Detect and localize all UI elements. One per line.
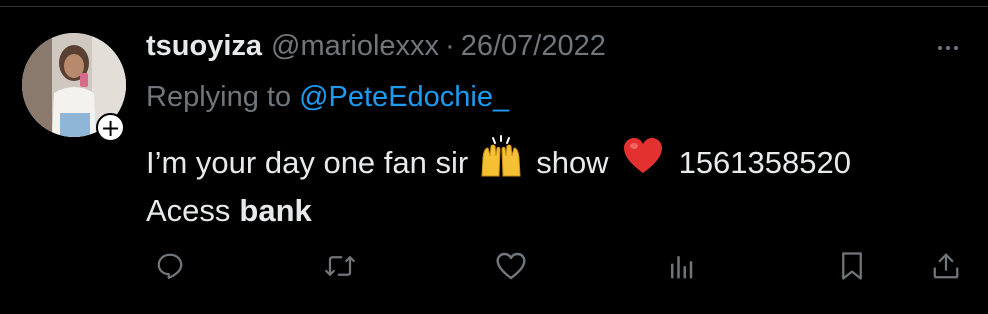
tweet-date[interactable]: 26/07/2022: [461, 30, 606, 63]
body-text-part-2: show: [536, 145, 609, 180]
replying-label: Replying to: [146, 81, 292, 113]
separator-dot: ·: [445, 30, 455, 62]
follow-plus-icon[interactable]: +: [96, 113, 125, 142]
share-icon[interactable]: [928, 248, 964, 284]
dot: [954, 46, 958, 50]
retweet-icon[interactable]: [322, 248, 358, 284]
tweet-body-line-2: Acess bank: [146, 187, 851, 235]
avatar-container[interactable]: +: [22, 33, 126, 142]
reply-icon[interactable]: [152, 248, 188, 284]
tweet-body: I’m your day one fan sir show 1561358520…: [146, 135, 851, 235]
like-icon[interactable]: [493, 248, 529, 284]
display-name[interactable]: tsuoyiza: [146, 30, 262, 63]
tweet[interactable]: + tsuoyiza @mariolexxx · 26/07/2022 Repl…: [0, 0, 988, 314]
body-text-line2-bold: bank: [239, 193, 312, 228]
divider: [0, 6, 988, 7]
tweet-body-line-1: I’m your day one fan sir show 1561358520: [146, 135, 851, 189]
body-text-part-1: I’m your day one fan sir: [146, 145, 469, 180]
views-icon[interactable]: [663, 248, 699, 284]
raising-hands-icon: [478, 134, 524, 192]
user-handle[interactable]: @mariolexxx: [271, 30, 439, 63]
body-text-line2-normal: Acess: [146, 193, 231, 228]
replying-to: Replying to @PeteEdochie_: [146, 81, 509, 114]
dot: [946, 46, 950, 50]
more-options-icon[interactable]: [928, 38, 968, 58]
tweet-header: tsuoyiza @mariolexxx · 26/07/2022: [146, 30, 606, 70]
action-bar: [0, 248, 988, 284]
red-heart-icon: [623, 137, 663, 189]
bookmark-icon[interactable]: [834, 248, 870, 284]
dot: [938, 46, 942, 50]
reply-mention-link[interactable]: @PeteEdochie_: [299, 81, 509, 113]
body-text-part-3: 1561358520: [678, 145, 851, 180]
